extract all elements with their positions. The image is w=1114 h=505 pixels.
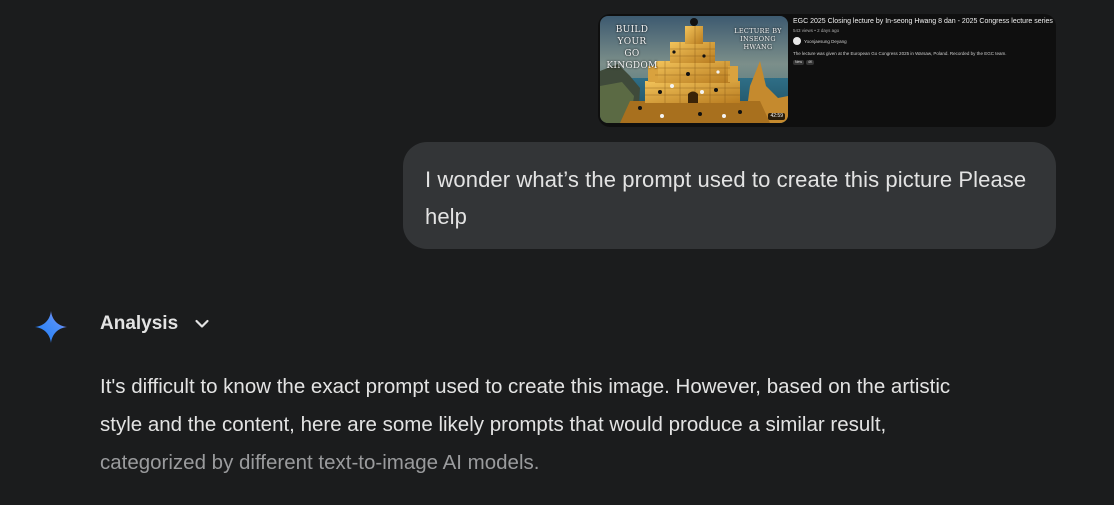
- channel-name[interactable]: Yoonjaesung Deyang: [804, 39, 847, 44]
- video-thumbnail[interactable]: BUILD YOUR GO KINGDOM LECTURE BY INSEONG…: [600, 16, 788, 123]
- analysis-toggle[interactable]: Analysis: [100, 313, 210, 335]
- video-tag: 4K: [806, 60, 815, 65]
- thumbnail-left-text: BUILD YOUR GO KINGDOM: [602, 24, 662, 72]
- thumbnail-left-line-2: GO: [624, 49, 640, 59]
- thumbnail-left-line-3: KINGDOM: [606, 61, 658, 71]
- thumbnail-right-line-2: INSEONG HWANG: [740, 35, 776, 51]
- user-message-line-1: I wonder what’s the prompt used to creat…: [425, 167, 1027, 192]
- video-meta: 543 views • 2 days ago: [793, 28, 840, 33]
- thumbnail-right-line-1: LECTURE BY: [734, 27, 782, 35]
- assistant-response: It's difficult to know the exact prompt …: [100, 368, 1060, 482]
- chevron-down-icon[interactable]: [194, 316, 210, 332]
- video-tags: New 4K: [793, 60, 1053, 65]
- response-line-1: It's difficult to know the exact prompt …: [100, 375, 951, 398]
- user-message-line-2: help: [425, 204, 467, 229]
- video-title[interactable]: EGC 2025 Closing lecture by In-seong Hwa…: [793, 17, 1053, 26]
- video-description: The lecture was given at the European Go…: [793, 51, 1007, 56]
- channel-row[interactable]: Yoonjaesung Deyang: [793, 37, 1053, 45]
- response-line-3: categorized by different text-to-image A…: [100, 451, 540, 474]
- thumbnail-left-line-1: BUILD YOUR: [615, 25, 649, 47]
- chat-page: BUILD YOUR GO KINGDOM LECTURE BY INSEONG…: [0, 0, 1114, 505]
- youtube-attachment-card[interactable]: BUILD YOUR GO KINGDOM LECTURE BY INSEONG…: [598, 14, 1056, 127]
- video-info: EGC 2025 Closing lecture by In-seong Hwa…: [793, 17, 1053, 65]
- video-duration-badge: 42:59: [768, 113, 785, 120]
- user-message-bubble: I wonder what’s the prompt used to creat…: [403, 142, 1056, 249]
- gemini-sparkle-icon: [35, 311, 67, 343]
- channel-avatar[interactable]: [793, 37, 801, 45]
- video-tag: New: [793, 60, 805, 65]
- response-line-2: style and the content, here are some lik…: [100, 413, 887, 436]
- analysis-label: Analysis: [100, 313, 179, 334]
- thumbnail-right-text: LECTURE BY INSEONG HWANG: [728, 27, 788, 51]
